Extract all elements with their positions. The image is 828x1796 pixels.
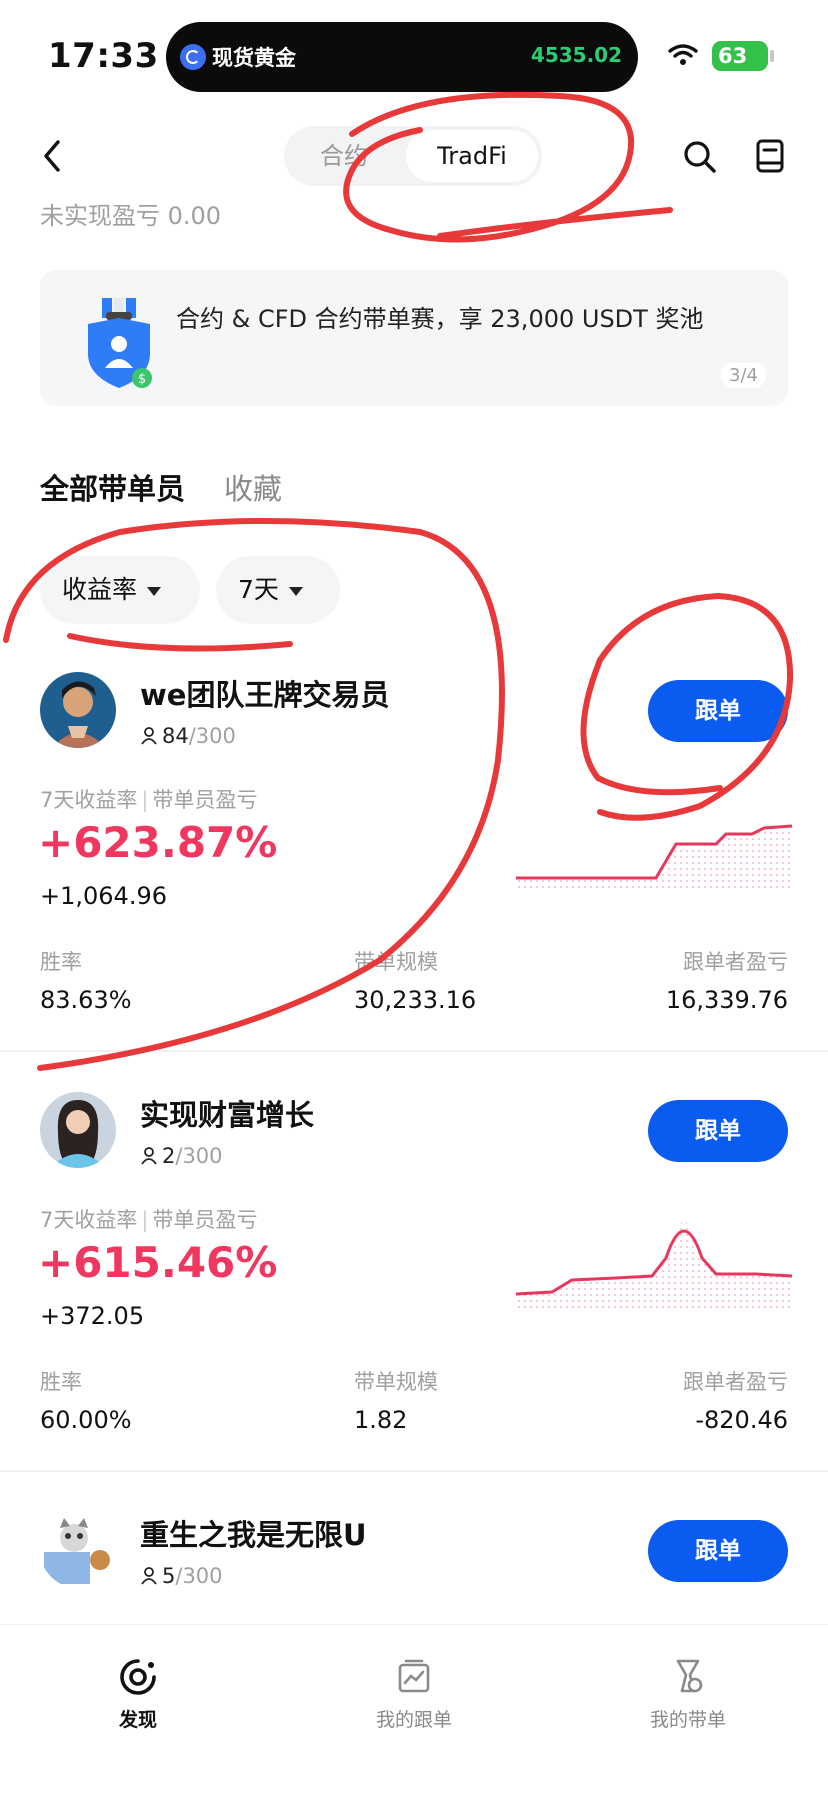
trader-card[interactable]: 实现财富增长 2/300 跟单 7天收益率 | 带单员盈亏 +615.46% +37… bbox=[0, 1080, 828, 1472]
follow-button[interactable]: 跟单 bbox=[648, 680, 788, 742]
avatar bbox=[40, 672, 116, 748]
follower-count: 5/300 bbox=[140, 1564, 223, 1588]
gold-ticker-icon bbox=[180, 44, 206, 70]
nav-discover[interactable]: 发现 bbox=[58, 1657, 218, 1732]
roi-value: +623.87% bbox=[38, 818, 278, 867]
segment-futures[interactable]: 合约 bbox=[284, 126, 404, 186]
win-rate-stat: 胜率 60.00% bbox=[40, 1366, 132, 1434]
aum-stat: 带单规模 1.82 bbox=[354, 1366, 438, 1434]
follow-button[interactable]: 跟单 bbox=[648, 1100, 788, 1162]
followers-current: 2 bbox=[162, 1144, 176, 1168]
trader-card[interactable]: 重生之我是无限U 5/300 跟单 bbox=[0, 1500, 828, 1620]
search-icon[interactable] bbox=[683, 140, 717, 174]
caret-down-icon bbox=[147, 586, 162, 596]
person-icon bbox=[141, 1147, 157, 1165]
bottom-nav: 发现 我的跟单 我的带单 bbox=[0, 1624, 828, 1796]
pnl-label: 带单员盈亏 bbox=[152, 788, 258, 812]
period-filter-label: 7天 bbox=[238, 575, 279, 604]
follower-pnl-stat: 跟单者盈亏 16,339.76 bbox=[666, 946, 788, 1014]
segment-tradfi[interactable]: TradFi bbox=[406, 130, 538, 182]
sort-filter-dropdown[interactable]: 收益率 bbox=[40, 556, 200, 624]
avatar bbox=[40, 1092, 116, 1168]
pnl-value: +1,064.96 bbox=[40, 882, 167, 910]
battery-indicator: 63 bbox=[712, 41, 768, 71]
nav-my-copy-label: 我的跟单 bbox=[375, 1709, 452, 1731]
roi-label: 7天收益率 bbox=[40, 1208, 138, 1232]
followers-current: 5 bbox=[162, 1564, 176, 1588]
aum-value: 30,233.16 bbox=[354, 986, 477, 1014]
follower-pnl-label: 跟单者盈亏 bbox=[683, 1370, 788, 1394]
trader-name: 实现财富增长 bbox=[140, 1098, 315, 1132]
roi-value: +615.46% bbox=[38, 1238, 278, 1287]
pnl-label: 带单员盈亏 bbox=[152, 1208, 258, 1232]
shield-badge-icon: $ bbox=[88, 298, 152, 388]
discover-icon bbox=[120, 1659, 156, 1695]
promo-banner[interactable]: $ 合约 & CFD 合约带单赛，享 23,000 USDT 奖池 3/4 bbox=[40, 270, 788, 406]
follower-pnl-value: -820.46 bbox=[695, 1406, 788, 1434]
island-price: 4535.02 bbox=[530, 43, 622, 67]
win-rate-stat: 胜率 83.63% bbox=[40, 946, 132, 1014]
person-icon bbox=[141, 727, 157, 745]
follower-count: 84/300 bbox=[140, 724, 236, 748]
follower-count: 2/300 bbox=[140, 1144, 223, 1168]
period-filter-dropdown[interactable]: 7天 bbox=[216, 556, 340, 624]
win-rate-value: 83.63% bbox=[40, 986, 132, 1014]
my-copy-icon bbox=[398, 1659, 430, 1693]
trader-card[interactable]: we团队王牌交易员 84/300 跟单 7天收益率 | 带单员盈亏 +623.87%… bbox=[0, 660, 828, 1052]
book-icon[interactable] bbox=[755, 138, 785, 174]
win-rate-value: 60.00% bbox=[40, 1406, 132, 1434]
nav-discover-label: 发现 bbox=[118, 1709, 157, 1731]
nav-my-copy[interactable]: 我的跟单 bbox=[334, 1657, 494, 1732]
my-lead-icon bbox=[676, 1659, 703, 1693]
tab-all-traders[interactable]: 全部带单员 bbox=[40, 466, 185, 508]
nav-my-lead-label: 我的带单 bbox=[649, 1709, 726, 1731]
trader-name: we团队王牌交易员 bbox=[140, 678, 390, 712]
status-bar: 17:33 现货黄金 4535.02 63 bbox=[0, 0, 828, 110]
win-rate-label: 胜率 bbox=[40, 1370, 82, 1394]
svg-text:$: $ bbox=[138, 372, 146, 387]
follower-pnl-value: 16,339.76 bbox=[665, 986, 788, 1014]
aum-label: 带单规模 bbox=[354, 950, 438, 974]
followers-capacity: /300 bbox=[175, 1564, 223, 1588]
divider: | bbox=[141, 788, 149, 812]
back-icon[interactable] bbox=[38, 138, 68, 174]
aum-stat: 带单规模 30,233.16 bbox=[354, 946, 476, 1014]
unrealized-pnl: 未实现盈亏 0.00 bbox=[40, 202, 222, 230]
market-segment-control: 合约 TradFi bbox=[284, 126, 542, 186]
metric-label: 7天收益率 | 带单员盈亏 bbox=[40, 1204, 257, 1234]
followers-capacity: /300 bbox=[188, 724, 236, 748]
follower-pnl-stat: 跟单者盈亏 -820.46 bbox=[683, 1366, 788, 1434]
dynamic-island-live-activity[interactable]: 现货黄金 4535.02 bbox=[166, 22, 638, 92]
follower-pnl-label: 跟单者盈亏 bbox=[683, 950, 788, 974]
banner-page-indicator: 3/4 bbox=[721, 363, 766, 388]
pnl-value: +372.05 bbox=[40, 1302, 145, 1330]
sort-filter-label: 收益率 bbox=[62, 575, 138, 604]
follow-button[interactable]: 跟单 bbox=[648, 1520, 788, 1582]
caret-down-icon bbox=[288, 586, 303, 596]
aum-label: 带单规模 bbox=[354, 1370, 438, 1394]
roi-label: 7天收益率 bbox=[40, 788, 138, 812]
followers-current: 84 bbox=[162, 724, 189, 748]
island-title: 现货黄金 bbox=[212, 46, 296, 70]
win-rate-label: 胜率 bbox=[40, 950, 82, 974]
roi-sparkline bbox=[516, 824, 792, 892]
nav-my-lead[interactable]: 我的带单 bbox=[608, 1657, 768, 1732]
banner-text: 合约 & CFD 合约带单赛，享 23,000 USDT 奖池 bbox=[176, 305, 704, 333]
metric-label: 7天收益率 | 带单员盈亏 bbox=[40, 784, 257, 814]
aum-value: 1.82 bbox=[354, 1406, 408, 1434]
tab-favorites[interactable]: 收藏 bbox=[224, 466, 282, 508]
followers-capacity: /300 bbox=[175, 1144, 223, 1168]
clock: 17:33 bbox=[48, 36, 159, 76]
battery-tip bbox=[770, 50, 774, 62]
trader-name: 重生之我是无限U bbox=[140, 1518, 367, 1552]
avatar bbox=[40, 1512, 116, 1588]
wifi-icon bbox=[668, 44, 698, 65]
roi-sparkline bbox=[516, 1216, 792, 1312]
person-icon bbox=[141, 1567, 157, 1585]
divider: | bbox=[141, 1208, 149, 1232]
